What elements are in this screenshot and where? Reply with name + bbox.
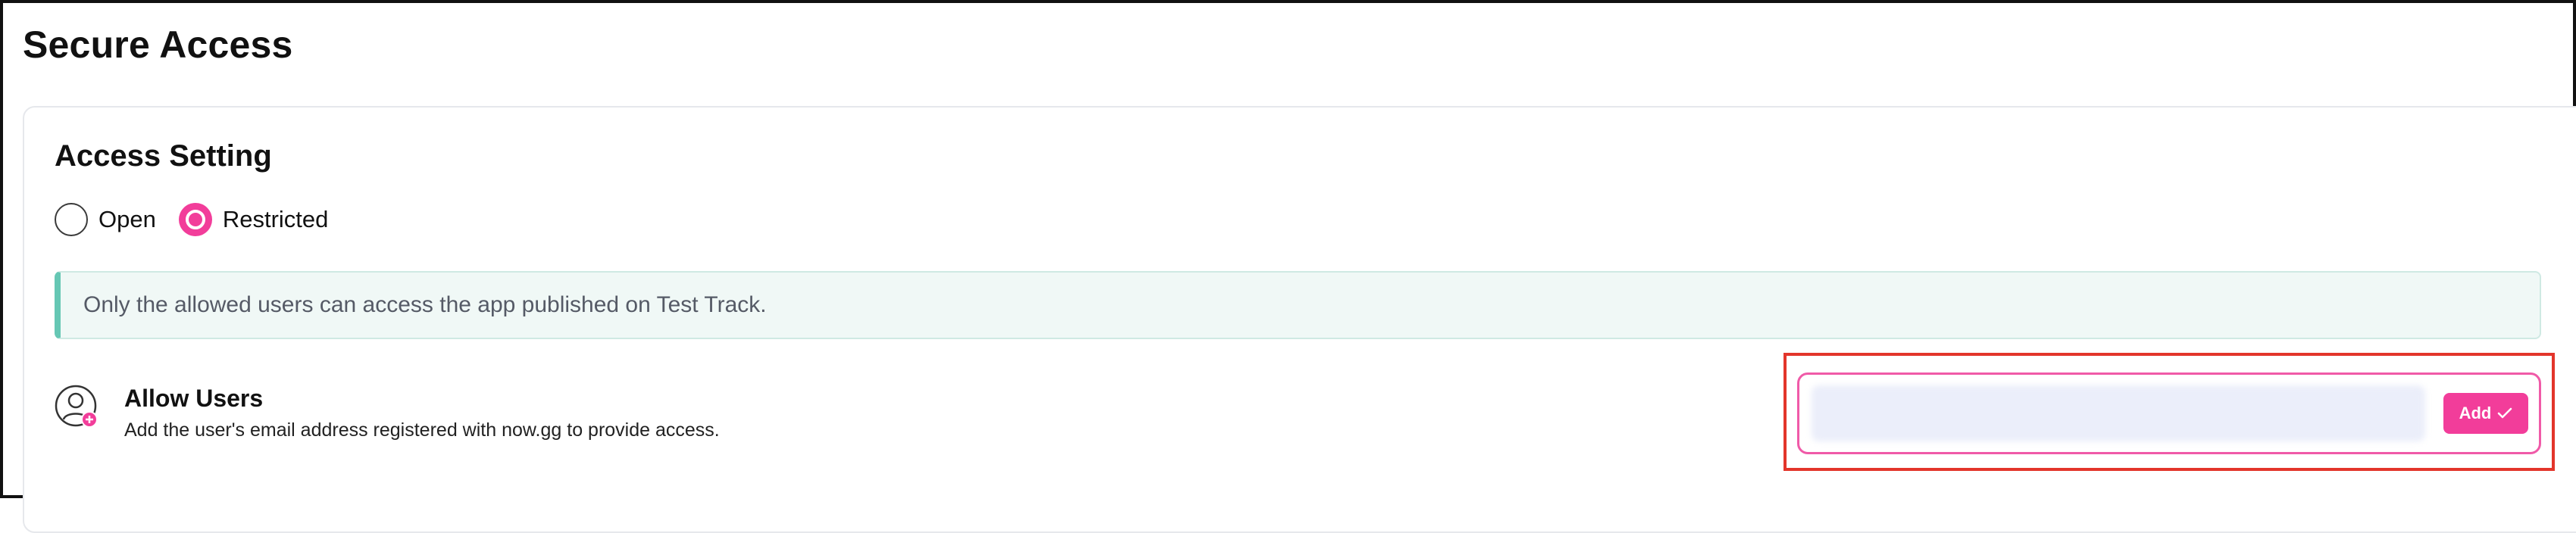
page-title: Secure Access	[23, 23, 293, 66]
email-input[interactable]	[1812, 385, 2425, 441]
check-icon	[2497, 407, 2512, 419]
radio-open-label: Open	[98, 206, 156, 232]
user-add-icon	[55, 385, 100, 430]
add-button-label: Add	[2459, 404, 2492, 422]
radio-restricted[interactable]: Restricted	[178, 203, 329, 236]
radio-restricted-circle[interactable]	[178, 203, 212, 236]
access-radio-group: Open Restricted	[55, 203, 351, 236]
add-button[interactable]: Add	[2443, 393, 2528, 434]
radio-open-circle[interactable]	[55, 203, 88, 236]
allow-users-title: Allow Users	[124, 385, 264, 412]
access-setting-title: Access Setting	[55, 139, 272, 173]
email-input-group: Add	[1797, 372, 2541, 454]
info-banner: Only the allowed users can access the ap…	[55, 271, 2541, 339]
radio-restricted-label: Restricted	[222, 206, 329, 232]
allow-users-description: Add the user's email address registered …	[124, 419, 720, 441]
info-banner-text: Only the allowed users can access the ap…	[83, 292, 767, 317]
radio-open[interactable]: Open	[55, 203, 156, 236]
